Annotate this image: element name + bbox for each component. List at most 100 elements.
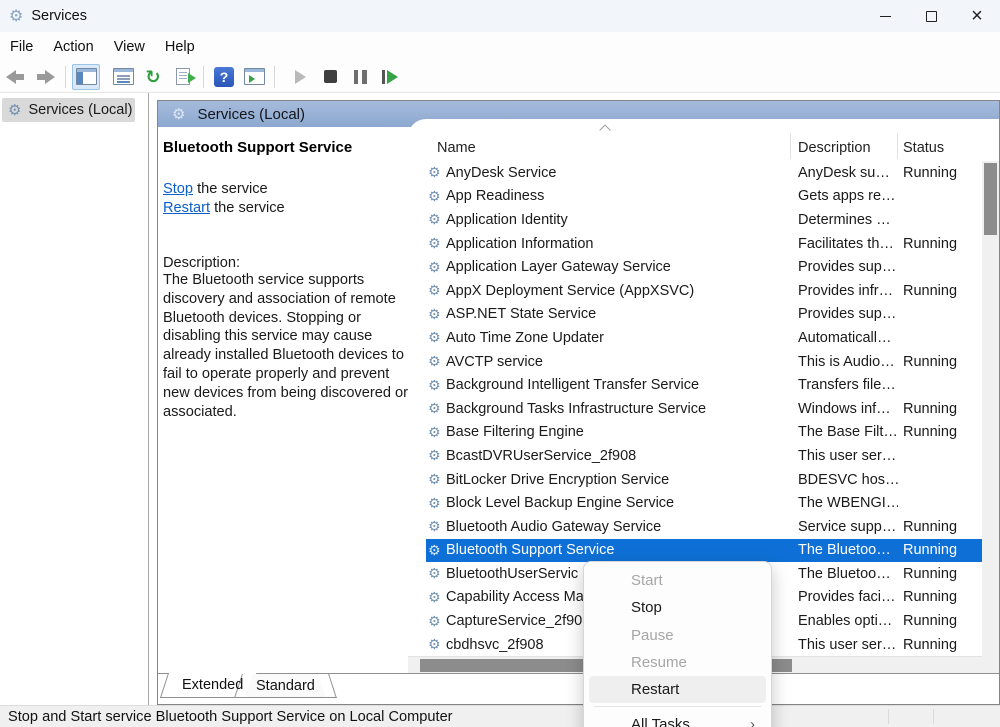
table-row[interactable]: ⚙BitLocker Drive Encryption ServiceBDESV… [426, 468, 982, 492]
table-row[interactable]: ⚙App ReadinessGets apps re… [426, 185, 982, 209]
service-gear-icon: ⚙ [428, 471, 446, 488]
stop-service-button[interactable] [316, 64, 344, 90]
toolbar: ↻ ? [0, 61, 1000, 93]
service-description: This user ser… [798, 637, 898, 653]
table-row[interactable]: ⚙Block Level Backup Engine ServiceThe WB… [426, 491, 982, 515]
menu-help[interactable]: Help [159, 39, 201, 55]
menu-view[interactable]: View [108, 39, 151, 55]
export-list-button[interactable] [169, 64, 197, 90]
table-row[interactable]: ⚙ASP.NET State ServiceProvides sup… [426, 303, 982, 327]
table-row[interactable]: ⚙Auto Time Zone UpdaterAutomaticall… [426, 326, 982, 350]
service-gear-icon: ⚙ [428, 447, 446, 464]
table-row[interactable]: ⚙Application IdentityDetermines … [426, 208, 982, 232]
service-gear-icon: ⚙ [428, 235, 446, 252]
table-row[interactable]: ⚙Base Filtering EngineThe Base Filt…Runn… [426, 421, 982, 445]
service-gear-icon: ⚙ [428, 306, 446, 323]
forward-button[interactable] [31, 64, 59, 90]
column-header-description[interactable]: Description [798, 140, 871, 156]
tab-standard[interactable]: Standard [242, 674, 329, 698]
service-gear-icon: ⚙ [428, 377, 446, 394]
context-menu-item-restart[interactable]: Restart [589, 676, 766, 703]
service-description: BDESVC hos… [798, 472, 898, 488]
context-menu-item-label: Start [631, 572, 663, 589]
context-menu-item-resume: Resume [589, 649, 766, 676]
start-service-button[interactable] [286, 64, 314, 90]
table-row[interactable]: ⚙Background Tasks Infrastructure Service… [426, 397, 982, 421]
table-row[interactable]: ⚙AVCTP serviceThis is Audio…Running [426, 350, 982, 374]
menu-action[interactable]: Action [47, 39, 99, 55]
show-action-pane-button[interactable] [240, 64, 268, 90]
maximize-button[interactable] [908, 0, 954, 32]
service-name: Application Information [446, 236, 594, 252]
restart-service-button[interactable] [376, 64, 404, 90]
properties-icon [113, 68, 134, 85]
close-button[interactable]: × [954, 0, 1000, 32]
service-description: Provides faci… [798, 589, 898, 605]
service-gear-icon: ⚙ [428, 282, 446, 299]
table-row[interactable]: ⚙AnyDesk ServiceAnyDesk su…Running [426, 161, 982, 185]
service-gear-icon: ⚙ [428, 589, 446, 606]
vertical-scrollbar-thumb[interactable] [984, 163, 997, 235]
service-description: Determines … [798, 212, 898, 228]
refresh-button[interactable]: ↻ [139, 64, 167, 90]
action-pane-icon [244, 68, 265, 85]
service-description: The Bluetoo… [798, 566, 898, 582]
column-divider[interactable] [897, 133, 898, 159]
show-console-tree-button[interactable] [72, 64, 100, 90]
close-icon: × [971, 6, 983, 26]
statusbar-divider [933, 709, 934, 724]
table-row[interactable]: ⚙Application Layer Gateway ServiceProvid… [426, 255, 982, 279]
service-status: Running [903, 283, 957, 299]
service-description: Service supp… [798, 519, 898, 535]
table-row[interactable]: ⚙AppX Deployment Service (AppXSVC)Provid… [426, 279, 982, 303]
help-button[interactable]: ? [210, 64, 238, 90]
service-name: Application Identity [446, 212, 568, 228]
vertical-scrollbar[interactable] [982, 161, 999, 656]
service-description: Provides sup… [798, 259, 898, 275]
help-icon: ? [214, 67, 234, 87]
properties-button[interactable] [109, 64, 137, 90]
pause-service-icon [354, 70, 367, 84]
context-menu-item-label: Restart [631, 681, 679, 698]
tree-item-services-local[interactable]: ⚙ Services (Local) [2, 98, 135, 122]
console-tree-pane: ⚙ Services (Local) [0, 93, 149, 705]
restart-service-link[interactable]: Restart [163, 200, 210, 216]
restart-line-rest: the service [210, 200, 285, 216]
table-row[interactable]: ⚙Background Intelligent Transfer Service… [426, 373, 982, 397]
column-divider[interactable] [790, 133, 791, 159]
context-menu-item-start: Start [589, 567, 766, 594]
service-status: Running [903, 589, 957, 605]
panel-header-title: Services (Local) [197, 106, 305, 123]
service-name: cbdhsvc_2f908 [446, 637, 544, 653]
menu-file[interactable]: File [4, 39, 39, 55]
column-header-status[interactable]: Status [903, 140, 944, 156]
sort-ascending-icon [599, 124, 610, 135]
tree-item-label: Services (Local) [28, 102, 132, 118]
services-window: ⚙ Services × File Action View Help ↻ [0, 0, 1000, 727]
service-description: The Base Filt… [798, 424, 898, 440]
service-name: ASP.NET State Service [446, 306, 596, 322]
minimize-button[interactable] [862, 0, 908, 32]
service-name: Background Tasks Infrastructure Service [446, 401, 706, 417]
context-menu-item-all-tasks[interactable]: All Tasks› [589, 710, 766, 727]
service-description: AnyDesk su… [798, 165, 898, 181]
services-panel: ⚙ Services (Local) Bluetooth Support Ser… [157, 100, 1000, 705]
description-text: The Bluetooth service supports discovery… [163, 271, 409, 421]
service-description: The Bluetoo… [798, 542, 898, 558]
service-description: Windows inf… [798, 401, 898, 417]
table-row[interactable]: ⚙Application InformationFacilitates th…R… [426, 232, 982, 256]
context-menu-item-stop[interactable]: Stop [589, 594, 766, 621]
pause-service-button[interactable] [346, 64, 374, 90]
context-menu-item-label: Resume [631, 654, 687, 671]
table-row[interactable]: ⚙Bluetooth Support ServiceThe Bluetoo…Ru… [426, 539, 982, 563]
service-name: Block Level Backup Engine Service [446, 495, 674, 511]
context-menu-item-pause: Pause [589, 622, 766, 649]
back-button[interactable] [1, 64, 29, 90]
view-tabs-row: Extended Standard [158, 673, 999, 705]
column-header-name[interactable]: Name [437, 140, 476, 156]
table-row[interactable]: ⚙Bluetooth Audio Gateway ServiceService … [426, 515, 982, 539]
toolbar-separator [203, 66, 204, 88]
stop-service-link[interactable]: Stop [163, 181, 193, 197]
table-row[interactable]: ⚙BcastDVRUserService_2f908This user ser… [426, 444, 982, 468]
service-status: Running [903, 542, 957, 558]
